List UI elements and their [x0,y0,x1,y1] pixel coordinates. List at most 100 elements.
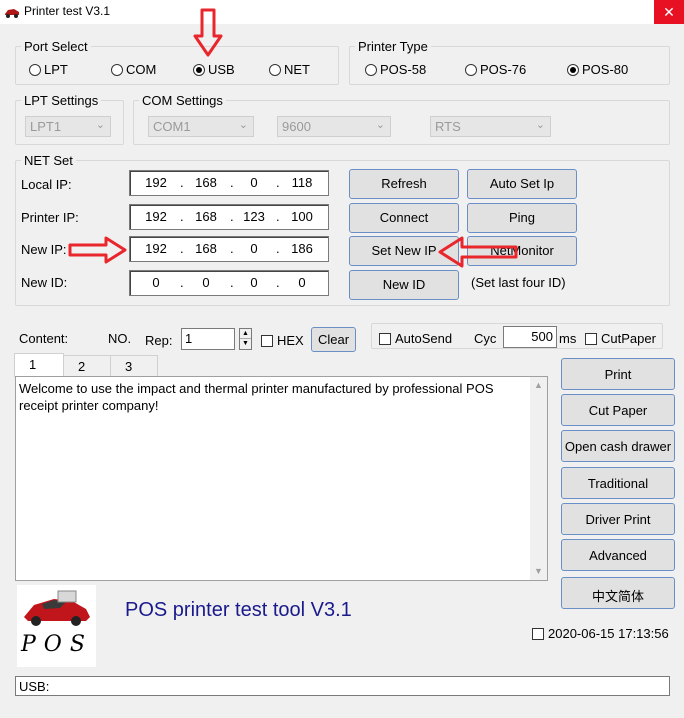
radio-com-label: COM [126,62,157,77]
ip-dot: . [180,275,184,290]
no-label: NO. [108,331,132,346]
ip-dot: . [230,241,234,256]
printer-ip-input[interactable]: 192 . 168 . 123 . 100 [129,204,329,230]
id-octet: 0 [298,275,306,290]
baud-rate-select[interactable]: 9600 ⌄ [277,116,391,137]
new-id-button[interactable]: New ID [349,270,459,300]
com-port-value: COM1 [153,119,191,134]
cutpaper-checkbox[interactable]: CutPaper [585,331,656,346]
datetime-checkbox[interactable]: 2020-06-15 17:13:56 [532,626,669,641]
lpt-port-select[interactable]: LPT1 ⌄ [25,116,111,137]
cutpaper-checkbox-label: CutPaper [601,331,656,346]
id-octet: 0 [152,275,160,290]
ip-octet: 168 [195,175,217,190]
radio-pos80[interactable]: POS-80 [567,62,628,77]
radio-pos76[interactable]: POS-76 [465,62,526,77]
tab-3[interactable]: 3 [110,355,158,377]
chinese-simplified-button[interactable]: 中文简体 [561,577,675,609]
port-select-legend: Port Select [24,39,88,54]
ip-octet: 100 [291,209,313,224]
spin-up-icon[interactable]: ▲ [240,329,251,339]
set-last-four-id-hint: (Set last four ID) [471,275,566,290]
com-port-select[interactable]: COM1 ⌄ [148,116,254,137]
chevron-down-icon: ⌄ [95,119,105,131]
radio-usb-label: USB [208,62,235,77]
radio-com-dot [111,63,123,76]
tab-2[interactable]: 2 [63,355,111,377]
com-settings-legend: COM Settings [142,93,223,108]
datetime-label: 2020-06-15 17:13:56 [548,626,669,641]
print-button[interactable]: Print [561,358,675,390]
flow-control-select[interactable]: RTS ⌄ [430,116,551,137]
app-window: Printer test V3.1 ✕ Port Select LPT COM … [0,0,684,718]
cutpaper-checkbox-box [585,332,597,345]
ip-dot: . [180,241,184,256]
datetime-checkbox-box [532,627,544,640]
spin-down-icon[interactable]: ▼ [240,339,251,349]
ip-dot: . [230,275,234,290]
ip-dot: . [276,209,280,224]
chevron-down-icon: ⌄ [375,119,385,131]
ping-button[interactable]: Ping [467,203,577,233]
clear-button[interactable]: Clear [311,327,356,352]
close-button[interactable]: ✕ [654,0,684,24]
connect-button[interactable]: Connect [349,203,459,233]
hex-checkbox-label: HEX [277,333,304,348]
refresh-button[interactable]: Refresh [349,169,459,199]
scroll-up-icon[interactable]: ▲ [530,377,547,394]
radio-pos80-label: POS-80 [582,62,629,77]
radio-net[interactable]: NET [269,62,310,77]
radio-lpt[interactable]: LPT [29,62,68,77]
flow-control-value: RTS [435,119,461,134]
ip-octet: 186 [291,241,313,256]
net-set-legend: NET Set [24,153,73,168]
annotation-arrow-down-icon [193,8,223,57]
logo-text: POS [21,632,93,657]
radio-pos80-dot [567,63,579,76]
local-ip-input[interactable]: 192 . 168 . 0 . 118 [129,170,329,196]
radio-pos58-dot [365,63,377,76]
autosend-checkbox[interactable]: AutoSend [379,331,452,346]
cyc-input[interactable]: 500 [503,326,557,348]
open-cash-drawer-button[interactable]: Open cash drawer [561,430,675,462]
radio-pos58-label: POS-58 [380,62,427,77]
radio-usb-dot [193,63,205,76]
radio-pos76-dot [465,63,477,76]
new-id-input[interactable]: 0 . 0 . 0 . 0 [129,270,329,296]
ip-octet: 123 [243,209,265,224]
vertical-scrollbar[interactable]: ▲ ▼ [530,377,547,580]
printer-car-app-icon [5,9,19,18]
ms-label: ms [559,331,577,346]
radio-net-dot [269,63,281,76]
print-content-textarea[interactable]: Welcome to use the impact and thermal pr… [15,376,548,581]
ip-octet: 168 [195,241,217,256]
scroll-down-icon[interactable]: ▼ [530,563,547,580]
ip-octet: 0 [250,241,258,256]
local-ip-label: Local IP: [21,177,72,192]
tool-title: POS printer test tool V3.1 [125,599,352,621]
advanced-button[interactable]: Advanced [561,539,675,571]
autosend-checkbox-box [379,332,391,345]
auto-set-ip-button[interactable]: Auto Set Ip [467,169,577,199]
printer-type-legend: Printer Type [358,39,428,54]
cut-paper-button[interactable]: Cut Paper [561,394,675,426]
radio-pos58[interactable]: POS-58 [365,62,426,77]
radio-com[interactable]: COM [111,62,156,77]
rep-spinner[interactable]: ▲ ▼ [239,328,252,350]
rep-label: Rep: [145,333,173,348]
ip-dot: . [230,175,234,190]
hex-checkbox[interactable]: HEX [261,333,304,348]
id-octet: 0 [250,275,258,290]
traditional-button[interactable]: Traditional [561,467,675,499]
ip-dot: . [276,175,280,190]
red-car-icon [24,590,90,626]
radio-usb[interactable]: USB [193,62,235,77]
ip-dot: . [230,209,234,224]
annotation-arrow-left-icon [438,236,518,268]
rep-input[interactable]: 1 [181,328,235,350]
driver-print-button[interactable]: Driver Print [561,503,675,535]
ip-octet: 118 [291,175,313,190]
tab-1[interactable]: 1 [14,353,64,377]
title-bar: Printer test V3.1 ✕ [0,0,684,24]
new-ip-input[interactable]: 192 . 168 . 0 . 186 [129,236,329,262]
